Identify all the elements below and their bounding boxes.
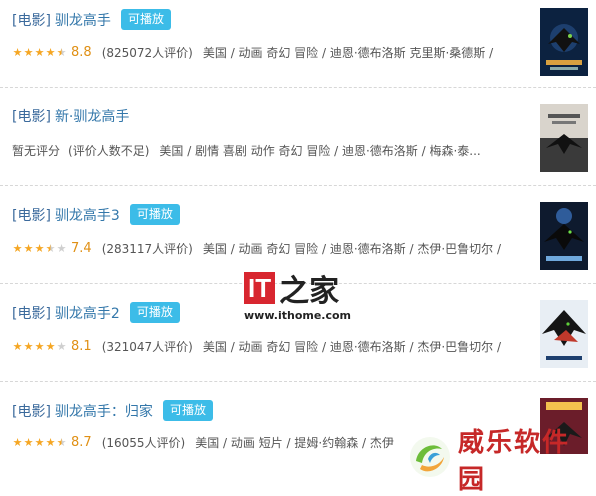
rating-score: 8.7 <box>71 435 92 450</box>
result-type: [电影] <box>12 207 51 224</box>
result-title-row: [电影] 驯龙高手 可播放 <box>12 9 171 30</box>
result-meta: 美国 / 动画 奇幻 冒险 / 迪恩·德布洛斯 / 杰伊·巴鲁切尔 / <box>202 242 502 256</box>
result-type: [电影] <box>12 403 51 420</box>
rating-score: 8.1 <box>71 339 92 354</box>
play-button[interactable]: 可播放 <box>162 400 213 421</box>
ithome-url: www.ithome.com <box>244 309 352 322</box>
result-title-link[interactable]: 新·驯龙高手 <box>55 106 129 126</box>
search-results-list: [电影] 驯龙高手 可播放 ★ ★ ★ ★ ★ 8.8 (825072人评价) 美国 /… <box>0 0 596 480</box>
rating-count: (321047人评价) <box>101 340 193 354</box>
result-title-row: [电影] 驯龙高手2 可播放 <box>12 302 180 323</box>
result-title-link[interactable]: 驯龙高手3 <box>55 205 120 225</box>
ithome-logo-text: 之家 <box>279 274 340 309</box>
no-rating-text: 暂无评分 <box>12 144 61 158</box>
poster-image[interactable] <box>540 202 588 270</box>
poster-image[interactable] <box>540 104 588 172</box>
result-type: [电影] <box>12 12 51 29</box>
swirl-logo-icon <box>408 435 452 483</box>
rating-count: (283117人评价) <box>101 242 193 256</box>
rating-score: 8.8 <box>71 45 92 60</box>
empty-star-icon: ★ <box>56 241 67 255</box>
star-icon: ★ <box>34 435 45 449</box>
empty-star-icon: ★ <box>56 339 67 353</box>
result-title-link[interactable]: 驯龙高手：归家 <box>55 401 153 421</box>
star-icon: ★ <box>34 339 45 353</box>
poster-image[interactable] <box>540 300 588 368</box>
result-meta: 美国 / 剧情 喜剧 动作 奇幻 冒险 / 迪恩·德布洛斯 / 梅森·泰... <box>159 144 481 158</box>
star-icon: ★ <box>12 435 23 449</box>
result-info-row: 暂无评分 (评价人数不足) 美国 / 剧情 喜剧 动作 奇幻 冒险 / 迪恩·德… <box>12 142 532 159</box>
result-title-link[interactable]: 驯龙高手2 <box>55 303 120 323</box>
half-star-icon: ★ <box>56 435 67 449</box>
half-star-icon: ★ <box>45 241 56 255</box>
rating-stars: ★ ★ ★ ★ ★ <box>12 339 67 353</box>
play-button[interactable]: 可播放 <box>129 204 180 225</box>
star-icon: ★ <box>23 435 34 449</box>
result-meta: 美国 / 动画 奇幻 冒险 / 迪恩·德布洛斯 克里斯·桑德斯 / <box>202 46 494 60</box>
star-icon: ★ <box>34 45 45 59</box>
result-title-row: [电影] 驯龙高手：归家 可播放 <box>12 400 213 421</box>
ithome-logo-box: IT <box>244 272 276 304</box>
star-icon: ★ <box>45 45 56 59</box>
site-logo-text: 威乐软件园 <box>458 428 571 495</box>
result-item: [电影] 新·驯龙高手 暂无评分 (评价人数不足) 美国 / 剧情 喜剧 动作 … <box>0 88 596 186</box>
ithome-watermark: IT 之家 <box>244 266 339 310</box>
rating-count: (16055人评价) <box>101 436 186 450</box>
result-type: [电影] <box>12 305 51 322</box>
poster-image[interactable] <box>540 8 588 76</box>
star-icon: ★ <box>23 241 34 255</box>
play-button[interactable]: 可播放 <box>120 9 171 30</box>
result-info-row: ★ ★ ★ ★ ★ 7.4 (283117人评价) 美国 / 动画 奇幻 冒险 / 迪恩… <box>12 240 532 257</box>
result-title-link[interactable]: 驯龙高手 <box>55 10 111 30</box>
result-info-row: ★ ★ ★ ★ ★ 8.1 (321047人评价) 美国 / 动画 奇幻 冒险 / 迪恩… <box>12 338 532 355</box>
rating-stars: ★ ★ ★ ★ ★ <box>12 45 67 59</box>
half-star-icon: ★ <box>56 45 67 59</box>
star-icon: ★ <box>12 45 23 59</box>
site-logo-watermark: 威乐软件园 <box>408 422 596 496</box>
result-meta: 美国 / 动画 短片 / 提姆·约翰森 / 杰伊 <box>195 436 394 450</box>
result-title-row: [电影] 驯龙高手3 可播放 <box>12 204 180 225</box>
star-icon: ★ <box>45 435 56 449</box>
star-icon: ★ <box>34 241 45 255</box>
result-info-row: ★ ★ ★ ★ ★ 8.8 (825072人评价) 美国 / 动画 奇幻 冒险 / 迪恩… <box>12 44 532 61</box>
play-button[interactable]: 可播放 <box>129 302 180 323</box>
star-icon: ★ <box>12 241 23 255</box>
rating-count: (825072人评价) <box>101 46 193 60</box>
result-title-row: [电影] 新·驯龙高手 <box>12 106 129 126</box>
result-meta: 美国 / 动画 奇幻 冒险 / 迪恩·德布洛斯 / 杰伊·巴鲁切尔 / <box>202 340 502 354</box>
star-icon: ★ <box>23 45 34 59</box>
star-icon: ★ <box>23 339 34 353</box>
rating-stars: ★ ★ ★ ★ ★ <box>12 241 67 255</box>
result-type: [电影] <box>12 109 51 125</box>
rating-count: (评价人数不足) <box>68 144 150 158</box>
rating-stars: ★ ★ ★ ★ ★ <box>12 435 67 449</box>
star-icon: ★ <box>12 339 23 353</box>
rating-score: 7.4 <box>71 241 92 256</box>
result-info-row: ★ ★ ★ ★ ★ 8.7 (16055人评价) 美国 / 动画 短片 / 提姆·约翰森… <box>12 434 412 451</box>
star-icon: ★ <box>45 339 56 353</box>
result-item: [电影] 驯龙高手 可播放 ★ ★ ★ ★ ★ 8.8 (825072人评价) 美国 /… <box>0 0 596 88</box>
